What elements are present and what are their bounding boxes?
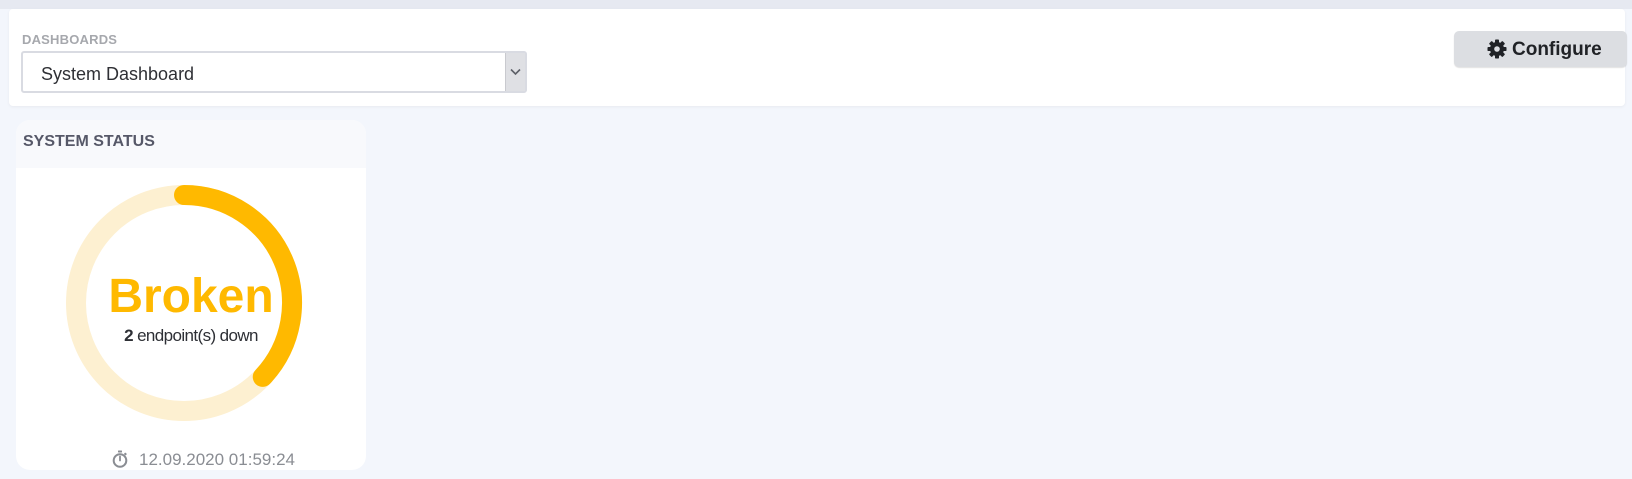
dashboard-select[interactable]: System Dashboard [21, 51, 527, 93]
endpoints-down-count: 2 [124, 326, 133, 345]
timestamp-text: 12.09.2020 01:59:24 [139, 450, 295, 469]
dashboards-label: DASHBOARDS [22, 32, 118, 47]
status-text: Broken [108, 270, 274, 323]
chevron-down-icon [510, 68, 521, 76]
dashboard-header: DASHBOARDS System Dashboard Configure [9, 9, 1627, 106]
endpoints-down-text: 2 endpoint(s) down [16, 326, 366, 346]
gear-icon [1487, 39, 1507, 59]
endpoints-down-label: endpoint(s) down [137, 326, 258, 345]
dashboard-select-value: System Dashboard [41, 64, 195, 84]
configure-button-label: Configure [1512, 39, 1602, 60]
dashboard-select-arrow[interactable] [505, 53, 525, 91]
configure-button[interactable]: Configure [1454, 31, 1627, 67]
top-strip [0, 0, 1632, 9]
system-status-card: SYSTEM STATUS Broken 2 endpoint(s) down … [16, 120, 366, 470]
stopwatch-icon [112, 450, 128, 468]
